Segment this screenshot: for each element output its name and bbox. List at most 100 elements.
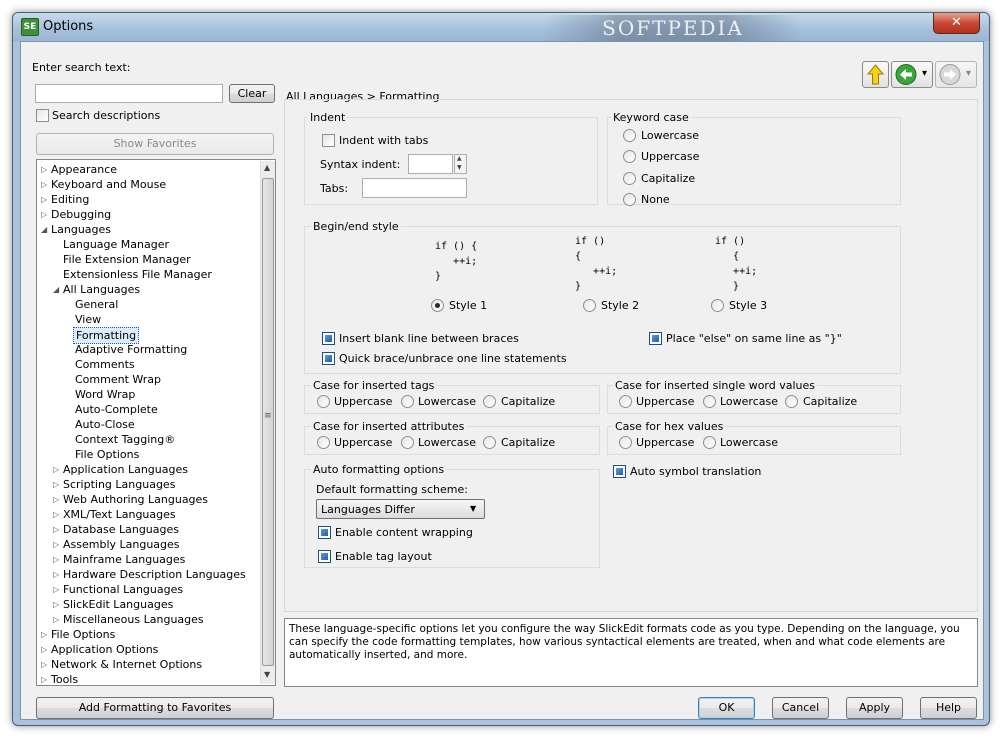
up-button[interactable] — [862, 61, 889, 88]
expand-arrow-icon[interactable]: ▷ — [41, 177, 49, 192]
tag-capitalize-radio[interactable] — [483, 395, 496, 408]
tree-item-label: Functional Languages — [63, 583, 184, 596]
back-button[interactable]: ▾ — [891, 61, 933, 88]
attr-capitalize-label: Capitalize — [501, 436, 556, 449]
quick-brace-label: Quick brace/unbrace one line statements — [339, 352, 567, 365]
word-capitalize-radio[interactable] — [785, 395, 798, 408]
expand-arrow-icon[interactable]: ▷ — [53, 552, 61, 567]
expand-arrow-icon[interactable]: ▷ — [53, 462, 61, 477]
expand-arrow-icon[interactable]: ▷ — [53, 537, 61, 552]
tree-item-label: Extensionless File Manager — [63, 268, 212, 281]
expand-arrow-icon[interactable]: ▷ — [41, 657, 49, 672]
expand-arrow-icon[interactable]: ▷ — [53, 567, 61, 582]
indent-with-tabs-label: Indent with tabs — [339, 134, 429, 147]
keyword-none-radio[interactable] — [623, 193, 636, 206]
tree-item-label: Network & Internet Options — [51, 658, 203, 671]
expand-arrow-icon[interactable]: ▷ — [53, 597, 61, 612]
forward-dropdown-icon[interactable]: ▾ — [966, 68, 971, 79]
cancel-button[interactable]: Cancel — [772, 697, 829, 719]
expand-arrow-icon[interactable]: ▷ — [53, 507, 61, 522]
hex-lowercase-radio[interactable] — [703, 436, 716, 449]
syntax-indent-spinner[interactable]: ▲ ▼ — [454, 154, 467, 174]
keyword-capitalize-radio[interactable] — [623, 172, 636, 185]
tree-item-label: File Options — [51, 628, 116, 641]
tree-item-label: Keyboard and Mouse — [51, 178, 167, 191]
expand-arrow-icon[interactable]: ▷ — [41, 672, 49, 685]
hex-uppercase-radio[interactable] — [619, 436, 632, 449]
tree-item-label: Appearance — [51, 163, 118, 176]
expand-arrow-icon[interactable]: ▷ — [41, 642, 49, 657]
style2-radio[interactable] — [583, 299, 596, 312]
style2-label: Style 2 — [601, 299, 640, 312]
expand-arrow-icon[interactable]: ▷ — [53, 477, 61, 492]
tree-item-label: Application Options — [51, 643, 159, 656]
insert-blank-line-checkbox[interactable] — [322, 332, 335, 345]
clear-button[interactable]: Clear — [229, 84, 275, 103]
title-bar[interactable]: SOFTPEDIA SE Options ✕ — [13, 13, 989, 41]
help-button[interactable]: Help — [920, 697, 977, 719]
forward-button[interactable]: ▾ — [935, 61, 977, 88]
style1-radio[interactable] — [431, 299, 444, 312]
tree-item-label: Auto-Complete — [75, 403, 158, 416]
up-arrow-icon — [866, 64, 885, 85]
attr-uppercase-radio[interactable] — [317, 436, 330, 449]
expand-arrow-icon[interactable]: ▷ — [53, 492, 61, 507]
attr-capitalize-radio[interactable] — [483, 436, 496, 449]
expand-arrow-icon[interactable]: ▷ — [53, 522, 61, 537]
options-tree[interactable]: ▷ Appearance ▷ Keyboard and Mouse ▷ Editing ▷ D… — [36, 159, 276, 686]
tag-capitalize-label: Capitalize — [501, 395, 556, 408]
keyword-lowercase-radio[interactable] — [623, 129, 636, 142]
search-input[interactable] — [35, 84, 223, 103]
tag-uppercase-label: Uppercase — [334, 395, 393, 408]
search-descriptions-checkbox[interactable] — [36, 109, 49, 122]
content-wrapping-checkbox[interactable] — [318, 526, 331, 539]
tag-uppercase-radio[interactable] — [317, 395, 330, 408]
tree-scrollbar[interactable]: ▲ ≡ ▼ — [260, 161, 275, 684]
indent-group-title: Indent — [308, 111, 348, 124]
attr-lowercase-radio[interactable] — [401, 436, 414, 449]
syntax-indent-input[interactable] — [408, 154, 453, 174]
close-button[interactable]: ✕ — [933, 13, 980, 34]
tag-layout-checkbox[interactable] — [318, 550, 331, 563]
spin-up-icon[interactable]: ▲ — [457, 155, 462, 162]
collapse-arrow-icon[interactable]: ◢ — [53, 282, 61, 297]
style1-code-preview: if () { ++i; } — [435, 241, 478, 282]
tag-lowercase-radio[interactable] — [401, 395, 414, 408]
expand-arrow-icon[interactable]: ▷ — [41, 192, 49, 207]
back-arrow-icon — [895, 64, 917, 85]
quick-brace-checkbox[interactable] — [322, 352, 335, 365]
scroll-thumb[interactable]: ≡ — [262, 178, 274, 666]
expand-arrow-icon[interactable]: ▷ — [53, 582, 61, 597]
attr-lowercase-label: Lowercase — [418, 436, 476, 449]
indent-with-tabs-checkbox[interactable] — [322, 134, 335, 147]
style3-label: Style 3 — [729, 299, 768, 312]
expand-arrow-icon[interactable]: ▷ — [41, 627, 49, 642]
apply-button[interactable]: Apply — [846, 697, 903, 719]
auto-symbol-label: Auto symbol translation — [630, 465, 762, 478]
style2-code-preview: if () { ++i; } — [575, 236, 618, 292]
search-label: Enter search text: — [32, 61, 131, 74]
else-same-line-checkbox[interactable] — [649, 332, 662, 345]
tabs-input[interactable] — [362, 178, 467, 198]
ok-button[interactable]: OK — [698, 697, 755, 719]
collapse-arrow-icon[interactable]: ◢ — [41, 222, 49, 237]
keyword-uppercase-radio[interactable] — [623, 150, 636, 163]
style3-radio[interactable] — [711, 299, 724, 312]
word-uppercase-radio[interactable] — [619, 395, 632, 408]
add-to-favorites-button[interactable]: Add Formatting to Favorites — [36, 697, 274, 719]
formatting-scheme-select[interactable]: Languages Differ ▼ — [316, 499, 485, 519]
tree-item-label: Context Tagging® — [75, 433, 176, 446]
forward-arrow-icon — [939, 64, 961, 85]
back-dropdown-icon[interactable]: ▾ — [922, 68, 927, 79]
scroll-up-icon[interactable]: ▲ — [264, 163, 270, 172]
word-case-title: Case for inserted single word values — [613, 379, 818, 392]
auto-symbol-checkbox[interactable] — [613, 465, 626, 478]
expand-arrow-icon[interactable]: ▷ — [53, 612, 61, 627]
spin-down-icon[interactable]: ▼ — [457, 164, 462, 171]
expand-arrow-icon[interactable]: ▷ — [41, 207, 49, 222]
word-lowercase-radio[interactable] — [703, 395, 716, 408]
expand-arrow-icon[interactable]: ▷ — [41, 162, 49, 177]
tag-lowercase-label: Lowercase — [418, 395, 476, 408]
scroll-down-icon[interactable]: ▼ — [264, 670, 270, 679]
show-favorites-button[interactable]: Show Favorites — [36, 133, 274, 155]
